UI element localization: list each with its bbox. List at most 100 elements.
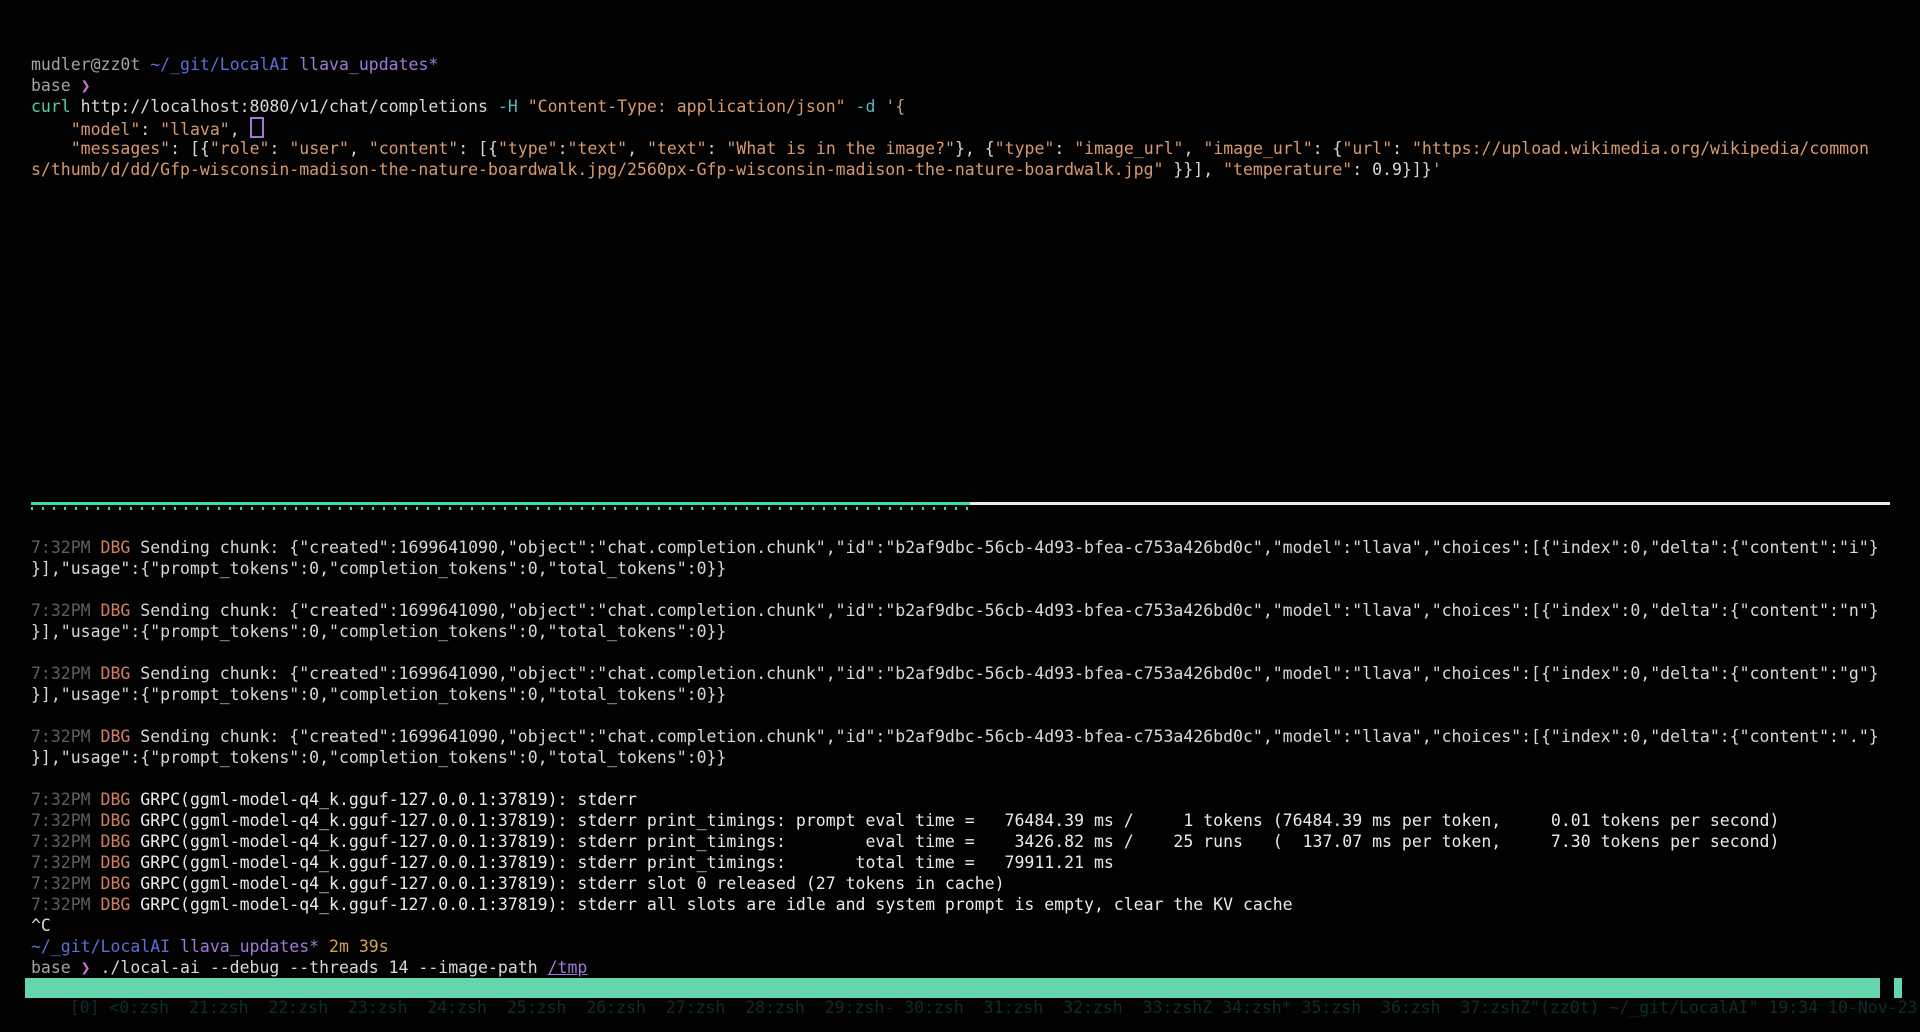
terminal-line: }],"usage":{"prompt_tokens":0,"completio… bbox=[31, 558, 1920, 579]
terminal-text-segment: mudler@zz0t bbox=[31, 55, 150, 74]
terminal-text-segment bbox=[31, 120, 71, 139]
terminal-text-segment: "content" bbox=[369, 139, 458, 158]
terminal-text-segment: "image_url" bbox=[1203, 139, 1312, 158]
terminal-text-segment: DBG bbox=[101, 601, 131, 620]
terminal-text-segment bbox=[91, 811, 101, 830]
terminal-text-segment bbox=[875, 97, 885, 116]
terminal-text-segment bbox=[91, 727, 101, 746]
terminal-window[interactable]: mudler@zz0t ~/_git/LocalAI llava_updates… bbox=[0, 0, 1920, 1032]
terminal-text-segment: : bbox=[1054, 139, 1074, 158]
terminal-line: base ❯ ./local-ai --debug --threads 14 -… bbox=[31, 957, 1920, 978]
terminal-text-segment: 7:32PM bbox=[31, 832, 91, 851]
terminal-text-segment: DBG bbox=[101, 895, 131, 914]
terminal-text-segment bbox=[518, 97, 528, 116]
terminal-text-segment: "Content-Type: application/json" bbox=[528, 97, 846, 116]
terminal-text-segment: "image_url" bbox=[1074, 139, 1183, 158]
terminal-text-segment: GRPC(ggml-model-q4_k.gguf-127.0.0.1:3781… bbox=[130, 811, 1779, 830]
terminal-text-segment: "messages" bbox=[71, 139, 170, 158]
terminal-text-segment: llava_updates* bbox=[299, 55, 438, 74]
pane-divider bbox=[31, 502, 1920, 509]
tmux-status-bar[interactable]: [0] <0:zsh 21:zsh 22:zsh 23:zsh 24:zsh 2… bbox=[25, 978, 1902, 998]
terminal-text-segment: "temperature" bbox=[1223, 160, 1352, 179]
terminal-text-segment: : bbox=[269, 139, 289, 158]
terminal-line: ~/_git/LocalAI llava_updates* 2m 39s bbox=[31, 936, 1920, 957]
terminal-text-segment: "llava" bbox=[160, 120, 230, 139]
terminal-text-segment: GRPC(ggml-model-q4_k.gguf-127.0.0.1:3781… bbox=[130, 832, 1779, 851]
terminal-text-segment: "https://upload.wikimedia.org/wikipedia/… bbox=[1412, 139, 1869, 158]
status-bar-cursor-block bbox=[1880, 978, 1894, 998]
terminal-text-segment: : [{ bbox=[458, 139, 498, 158]
terminal-text-segment: DBG bbox=[101, 874, 131, 893]
terminal-text-segment: 7:32PM bbox=[31, 601, 91, 620]
terminal-line: 7:32PM DBG Sending chunk: {"created":169… bbox=[31, 600, 1920, 621]
terminal-text-segment: ❯ bbox=[81, 958, 91, 977]
terminal-text-segment: curl bbox=[31, 97, 71, 116]
terminal-text-segment bbox=[91, 601, 101, 620]
terminal-text-segment: llava_updates* bbox=[180, 937, 319, 956]
terminal-text-segment: "text" bbox=[568, 139, 628, 158]
debug-log-block: 7:32PM DBG Sending chunk: {"created":169… bbox=[31, 537, 1920, 978]
terminal-line bbox=[31, 579, 1920, 600]
terminal-line: 7:32PM DBG GRPC(ggml-model-q4_k.gguf-127… bbox=[31, 873, 1920, 894]
terminal-text-segment: DBG bbox=[101, 538, 131, 557]
terminal-line bbox=[31, 642, 1920, 663]
terminal-text-segment: "role" bbox=[210, 139, 270, 158]
terminal-line: base ❯ bbox=[31, 75, 1920, 96]
terminal-text-segment bbox=[91, 874, 101, 893]
terminal-text-segment: "What is in the image?" bbox=[726, 139, 954, 158]
terminal-line: 7:32PM DBG Sending chunk: {"created":169… bbox=[31, 726, 1920, 747]
terminal-text-segment: , bbox=[230, 120, 250, 139]
terminal-text-segment: : bbox=[140, 120, 160, 139]
terminal-text-segment: -H bbox=[498, 97, 518, 116]
terminal-text-segment: 7:32PM bbox=[31, 874, 91, 893]
terminal-text-segment: Sending chunk: {"created":1699641090,"ob… bbox=[130, 538, 1878, 557]
terminal-text-segment: 7:32PM bbox=[31, 853, 91, 872]
terminal-text-segment: Sending chunk: {"created":1699641090,"ob… bbox=[130, 601, 1878, 620]
terminal-text-segment: , bbox=[349, 139, 369, 158]
terminal-text-segment: , bbox=[1183, 139, 1203, 158]
terminal-text-segment bbox=[319, 937, 329, 956]
terminal-text-segment: }],"usage":{"prompt_tokens":0,"completio… bbox=[31, 685, 726, 704]
terminal-content: mudler@zz0t ~/_git/LocalAI llava_updates… bbox=[0, 0, 1920, 978]
terminal-text-segment: base bbox=[31, 958, 81, 977]
terminal-text-segment bbox=[289, 55, 299, 74]
terminal-text-segment: : 0.9}]} bbox=[1352, 160, 1431, 179]
terminal-text-segment bbox=[91, 664, 101, 683]
terminal-text-segment: }, { bbox=[955, 139, 995, 158]
terminal-text-segment: ./local-ai --debug --threads 14 --image-… bbox=[91, 958, 548, 977]
terminal-text-segment: ^C bbox=[31, 916, 51, 935]
terminal-line: 7:32PM DBG GRPC(ggml-model-q4_k.gguf-127… bbox=[31, 894, 1920, 915]
terminal-line: curl http://localhost:8080/v1/chat/compl… bbox=[31, 96, 1920, 117]
terminal-text-segment: GRPC(ggml-model-q4_k.gguf-127.0.0.1:3781… bbox=[130, 853, 1113, 872]
terminal-text-segment: -d bbox=[856, 97, 876, 116]
terminal-line: "model": "llava", bbox=[31, 117, 1920, 138]
terminal-line: }],"usage":{"prompt_tokens":0,"completio… bbox=[31, 684, 1920, 705]
terminal-text-segment: DBG bbox=[101, 664, 131, 683]
terminal-line: }],"usage":{"prompt_tokens":0,"completio… bbox=[31, 621, 1920, 642]
terminal-text-segment: GRPC(ggml-model-q4_k.gguf-127.0.0.1:3781… bbox=[130, 790, 637, 809]
terminal-text-segment: DBG bbox=[101, 832, 131, 851]
terminal-text-segment: }],"usage":{"prompt_tokens":0,"completio… bbox=[31, 559, 726, 578]
terminal-text-segment: DBG bbox=[101, 811, 131, 830]
terminal-text-segment: 7:32PM bbox=[31, 538, 91, 557]
divider-gap bbox=[31, 509, 1920, 537]
terminal-line: 7:32PM DBG GRPC(ggml-model-q4_k.gguf-127… bbox=[31, 852, 1920, 873]
terminal-line: 7:32PM DBG GRPC(ggml-model-q4_k.gguf-127… bbox=[31, 810, 1920, 831]
terminal-line: ^C bbox=[31, 915, 1920, 936]
terminal-text-segment bbox=[91, 790, 101, 809]
terminal-line: "messages": [{"role": "user", "content":… bbox=[31, 138, 1920, 159]
terminal-text-segment: ❯ bbox=[81, 76, 91, 95]
terminal-text-segment: s/thumb/d/dd/Gfp-wisconsin-madison-the-n… bbox=[31, 160, 1163, 179]
terminal-text-segment bbox=[846, 97, 856, 116]
divider-white-segment bbox=[970, 502, 1890, 505]
terminal-text-segment: : [{ bbox=[170, 139, 210, 158]
terminal-text-segment: "type" bbox=[498, 139, 558, 158]
terminal-text-segment: /tmp bbox=[548, 958, 588, 977]
terminal-text-segment: ' bbox=[1432, 160, 1442, 179]
divider-dotted-underline bbox=[31, 507, 970, 510]
terminal-line: s/thumb/d/dd/Gfp-wisconsin-madison-the-n… bbox=[31, 159, 1920, 180]
terminal-text-segment bbox=[91, 853, 101, 872]
terminal-text-segment: 7:32PM bbox=[31, 664, 91, 683]
terminal-text-segment: : bbox=[558, 139, 568, 158]
terminal-text-segment bbox=[91, 895, 101, 914]
